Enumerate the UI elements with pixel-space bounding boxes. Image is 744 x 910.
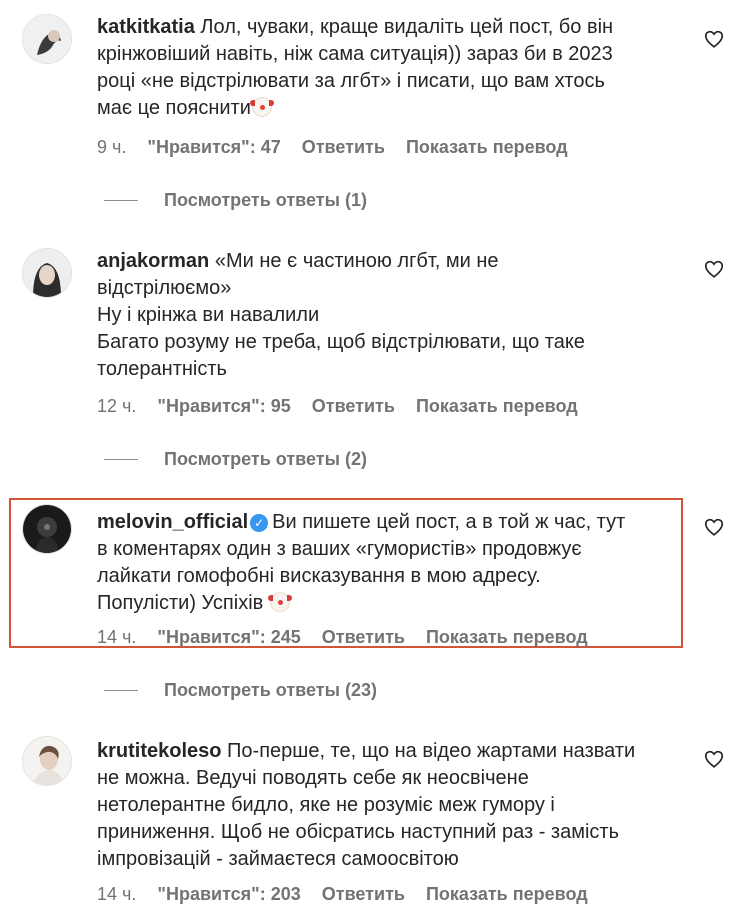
comment-text: katkitkatia Лол, чуваки, краще видаліть … <box>97 16 614 119</box>
comment-time[interactable]: 14 ч. <box>97 627 136 647</box>
comment-username[interactable]: krutitekoleso <box>97 740 221 762</box>
comment-username[interactable]: katkitkatia <box>97 16 195 38</box>
avatar[interactable] <box>22 736 72 786</box>
comment-meta: 12 ч. "Нравится": 95 Ответить Показать п… <box>97 396 594 417</box>
comment-meta: 14 ч. "Нравится": 203 Ответить Показать … <box>97 884 604 905</box>
show-translation-button[interactable]: Показать перевод <box>426 627 588 647</box>
reply-button[interactable]: Ответить <box>322 627 405 647</box>
verified-badge-icon: ✓ <box>250 514 269 532</box>
avatar[interactable] <box>22 248 72 298</box>
comment-time[interactable]: 9 ч. <box>97 137 126 157</box>
like-heart-icon[interactable] <box>703 258 727 282</box>
likes-count[interactable]: "Нравится": 245 <box>157 627 300 647</box>
like-heart-icon[interactable] <box>703 516 727 540</box>
like-heart-icon[interactable] <box>703 28 727 52</box>
avatar[interactable] <box>22 504 72 554</box>
reply-button[interactable]: Ответить <box>322 884 405 904</box>
comment-meta: 14 ч. "Нравится": 245 Ответить Показать … <box>97 627 604 648</box>
likes-count[interactable]: "Нравится": 47 <box>147 137 280 157</box>
show-translation-button[interactable]: Показать перевод <box>406 137 568 157</box>
comment-time[interactable]: 12 ч. <box>97 396 136 416</box>
comment-text: anjakorman «Ми не є частиною лгбт, ми не… <box>97 250 585 380</box>
comment-username[interactable]: melovin_official <box>97 511 248 533</box>
reply-button[interactable]: Ответить <box>312 396 395 416</box>
view-replies-button[interactable]: Посмотреть ответы (23) <box>104 680 377 701</box>
replies-divider <box>104 690 138 691</box>
avatar[interactable] <box>22 14 72 64</box>
comment-text: melovin_official ✓ Ви пишете цей пост, а в… <box>97 511 626 614</box>
reply-button[interactable]: Ответить <box>302 137 385 157</box>
like-heart-icon[interactable] <box>703 748 727 772</box>
comment-meta: 9 ч. "Нравится": 47 Ответить Показать пе… <box>97 137 584 158</box>
show-translation-button[interactable]: Показать перевод <box>416 396 578 416</box>
comment-text: krutitekoleso По-перше, те, що на відео … <box>97 740 636 870</box>
view-replies-button[interactable]: Посмотреть ответы (2) <box>104 449 367 470</box>
clown-emoji-icon <box>249 97 274 117</box>
show-translation-button[interactable]: Показать перевод <box>426 884 588 904</box>
likes-count[interactable]: "Нравится": 95 <box>157 396 290 416</box>
replies-divider <box>104 200 138 201</box>
comment-username[interactable]: anjakorman <box>97 250 209 272</box>
replies-divider <box>104 459 138 460</box>
clown-emoji-icon <box>267 592 292 612</box>
likes-count[interactable]: "Нравится": 203 <box>157 884 300 904</box>
comment-time[interactable]: 14 ч. <box>97 884 136 904</box>
view-replies-button[interactable]: Посмотреть ответы (1) <box>104 190 367 211</box>
